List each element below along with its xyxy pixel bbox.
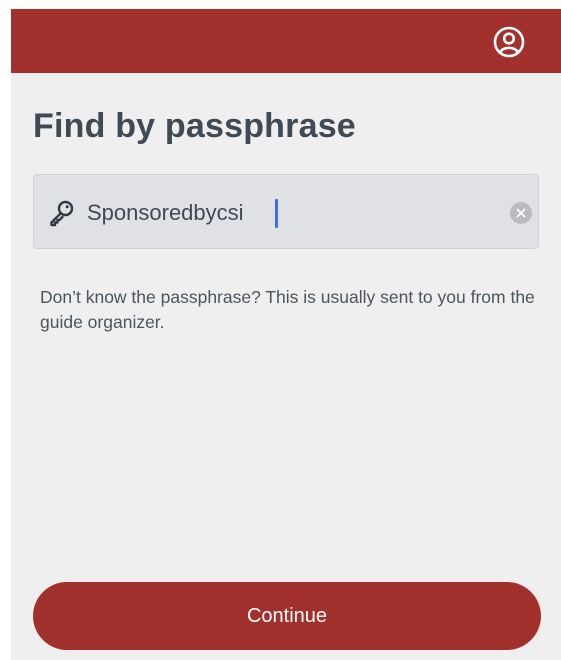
app-screen: Find by passphrase Don’t know the passph… [11, 9, 561, 660]
clear-circle-icon [516, 208, 526, 218]
text-caret [275, 199, 278, 228]
help-text: Don’t know the passphrase? This is usual… [40, 287, 535, 332]
passphrase-field[interactable] [33, 174, 539, 249]
user-circle-icon [493, 26, 525, 58]
page-title: Find by passphrase [33, 107, 356, 145]
top-bar [11, 9, 561, 73]
passphrase-input[interactable] [87, 195, 487, 231]
key-icon [50, 200, 74, 227]
clear-button[interactable] [510, 202, 532, 224]
profile-button[interactable] [493, 26, 525, 58]
continue-button[interactable]: Continue [33, 582, 541, 650]
